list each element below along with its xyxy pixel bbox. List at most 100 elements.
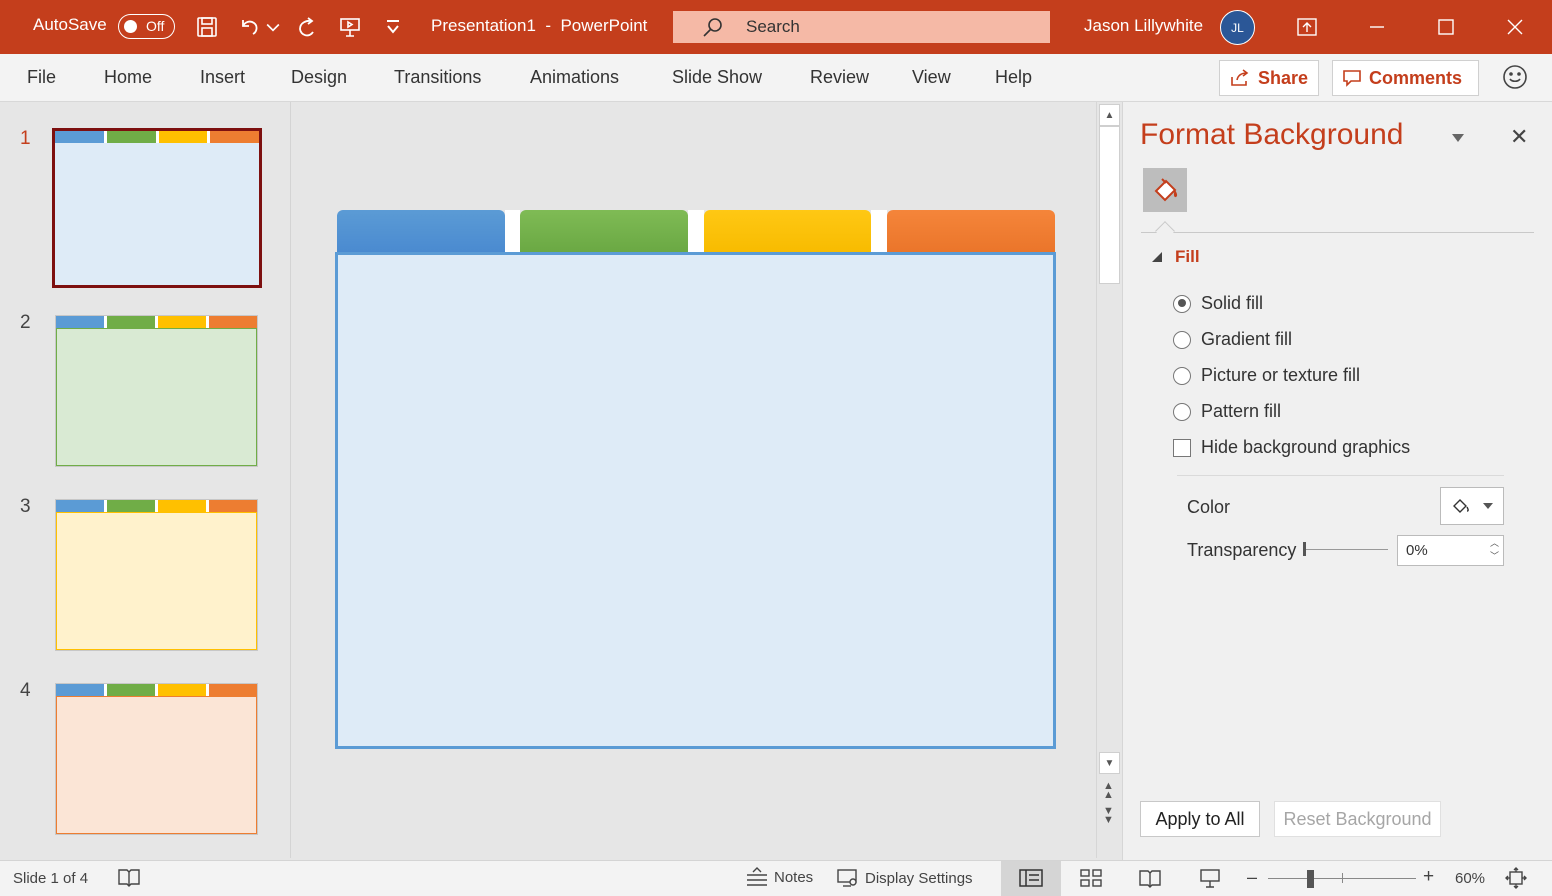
scroll-up-icon[interactable]: ▲ — [1099, 104, 1120, 126]
fill-section-label: Fill — [1175, 247, 1200, 266]
tab-insert[interactable]: Insert — [200, 67, 245, 88]
pane-options-chevron-down-icon[interactable] — [1451, 130, 1465, 148]
zoom-in-button[interactable]: + — [1423, 866, 1434, 888]
gradient-fill-option[interactable]: Gradient fill — [1173, 329, 1292, 350]
format-background-pane: Format Background ✕ Fill Solid fill Grad… — [1122, 102, 1552, 860]
save-icon[interactable] — [193, 13, 221, 41]
apply-to-all-button[interactable]: Apply to All — [1140, 801, 1260, 837]
slide-tab-yellow[interactable] — [704, 210, 871, 253]
next-slide-icon[interactable]: ▼ ▼ — [1103, 806, 1114, 826]
slide-sorter-icon[interactable] — [1080, 868, 1102, 888]
picture-fill-option[interactable]: Picture or texture fill — [1173, 365, 1360, 386]
hide-background-graphics-option[interactable]: Hide background graphics — [1173, 437, 1410, 458]
pattern-fill-option[interactable]: Pattern fill — [1173, 401, 1281, 422]
slide-content-area[interactable] — [335, 252, 1056, 749]
redo-icon[interactable] — [292, 13, 320, 41]
reading-view-icon[interactable] — [1139, 868, 1161, 888]
hide-background-graphics-label: Hide background graphics — [1201, 437, 1411, 457]
zoom-slider-center-mark — [1342, 873, 1343, 883]
slide-thumbnail-4[interactable] — [55, 683, 258, 835]
tab-view[interactable]: View — [912, 67, 951, 88]
user-name[interactable]: Jason Lillywhite — [1084, 16, 1203, 36]
feedback-smiley-icon[interactable] — [1502, 64, 1528, 95]
reset-background-button[interactable]: Reset Background — [1274, 801, 1441, 837]
fit-slide-to-window-icon[interactable] — [1505, 867, 1527, 889]
thumbnail-body — [56, 328, 257, 466]
document-title: Presentation1 - PowerPoint — [431, 16, 648, 35]
accessibility-icon[interactable] — [118, 868, 140, 888]
pane-divider — [1141, 232, 1534, 233]
fill-tab[interactable] — [1143, 168, 1187, 212]
fill-section-header[interactable]: Fill — [1151, 247, 1200, 267]
tab-transitions[interactable]: Transitions — [394, 67, 481, 88]
slide-tab-blue[interactable] — [337, 210, 505, 253]
tab-home[interactable]: Home — [104, 67, 152, 88]
notes-icon — [747, 867, 767, 886]
transparency-slider-track[interactable] — [1304, 549, 1388, 550]
zoom-level[interactable]: 60% — [1455, 870, 1485, 887]
comments-label: Comments — [1369, 67, 1463, 88]
customize-qat-icon[interactable] — [380, 13, 406, 41]
pattern-fill-label: Pattern fill — [1201, 401, 1282, 421]
undo-icon[interactable] — [236, 13, 264, 41]
slide-thumbnail-3[interactable] — [55, 499, 258, 651]
tab-help[interactable]: Help — [995, 67, 1032, 88]
share-button[interactable]: Share — [1219, 60, 1319, 96]
zoom-slider-handle[interactable] — [1307, 870, 1314, 888]
search-box[interactable]: Search — [673, 11, 1050, 43]
thumbnail-body — [56, 512, 257, 650]
slide-tab-orange[interactable] — [887, 210, 1055, 253]
previous-slide-icon[interactable]: ▲ ▲ — [1103, 781, 1114, 801]
scroll-down-icon[interactable]: ▼ — [1099, 752, 1120, 774]
autosave-state: Off — [146, 18, 165, 34]
display-settings-label: Display Settings — [865, 869, 973, 887]
picture-fill-radio[interactable] — [1173, 366, 1191, 385]
normal-view-icon[interactable] — [1019, 868, 1043, 888]
share-icon — [1231, 69, 1249, 86]
slide-thumbnail-1[interactable] — [52, 128, 262, 288]
search-placeholder: Search — [746, 17, 800, 36]
color-picker-button[interactable] — [1440, 487, 1504, 525]
slide-number-1: 1 — [20, 128, 31, 149]
ribbon-display-options-icon[interactable] — [1292, 12, 1322, 42]
transparency-input[interactable]: 0% ︿ ﹀ — [1397, 535, 1504, 566]
scroll-thumb[interactable] — [1099, 126, 1120, 284]
thumbnail-tabs — [55, 131, 259, 143]
pattern-fill-radio[interactable] — [1173, 402, 1191, 421]
hide-background-graphics-checkbox[interactable] — [1173, 438, 1191, 457]
start-from-beginning-icon[interactable] — [336, 13, 364, 41]
solid-fill-option[interactable]: Solid fill — [1173, 293, 1263, 314]
tab-animations[interactable]: Animations — [530, 67, 619, 88]
spinner-arrows-icon[interactable]: ︿ ﹀ — [1490, 537, 1499, 563]
transparency-slider-handle[interactable] — [1303, 542, 1306, 556]
close-window-icon[interactable] — [1500, 12, 1530, 42]
gradient-fill-radio[interactable] — [1173, 330, 1191, 349]
color-label: Color — [1187, 497, 1231, 517]
autosave-toggle[interactable]: Off — [118, 14, 175, 39]
picture-fill-label: Picture or texture fill — [1201, 365, 1361, 385]
slide-show-view-icon[interactable] — [1199, 867, 1221, 889]
share-label: Share — [1258, 67, 1309, 88]
tab-slide-show[interactable]: Slide Show — [672, 67, 762, 88]
avatar-initials: JL — [1231, 20, 1244, 35]
ribbon-tab-bar: File Home Insert Design Transitions Anim… — [0, 54, 1552, 102]
slide-tab-green[interactable] — [520, 210, 688, 253]
editor-scrollbar[interactable]: ▲ ▼ ▲ ▲ ▼ ▼ — [1096, 102, 1121, 858]
slide-thumbnail-panel: 1 2 3 4 — [0, 102, 291, 858]
display-settings-button[interactable]: Display Settings — [837, 868, 973, 888]
pane-close-icon[interactable]: ✕ — [1510, 124, 1528, 150]
slide-thumbnail-2[interactable] — [55, 315, 258, 467]
zoom-out-button[interactable]: – — [1247, 867, 1257, 888]
maximize-icon[interactable] — [1431, 12, 1461, 42]
solid-fill-radio[interactable] — [1173, 294, 1191, 313]
undo-dropdown-icon[interactable] — [263, 13, 283, 41]
tab-file[interactable]: File — [27, 67, 56, 88]
tab-review[interactable]: Review — [810, 67, 869, 88]
tab-design[interactable]: Design — [291, 67, 347, 88]
minimize-icon[interactable] — [1362, 12, 1392, 42]
notes-button[interactable]: Notes — [746, 867, 813, 887]
search-icon — [703, 18, 722, 37]
avatar[interactable]: JL — [1220, 10, 1255, 45]
slide-editor[interactable] — [292, 102, 1096, 858]
comments-button[interactable]: Comments — [1332, 60, 1479, 96]
